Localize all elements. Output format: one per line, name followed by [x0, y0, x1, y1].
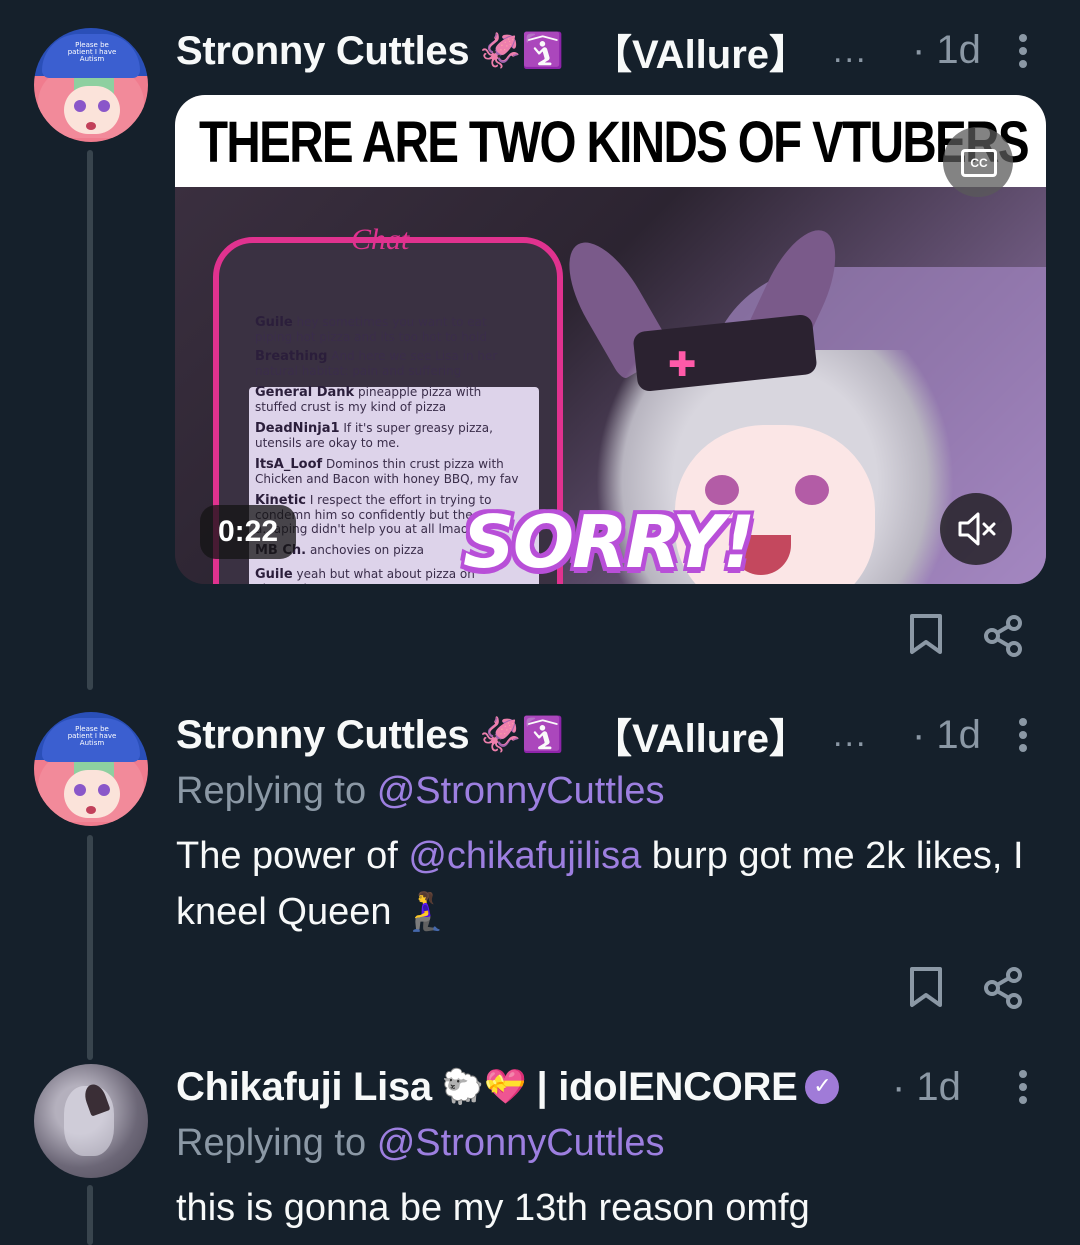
- chat-title: Chat: [351, 223, 410, 256]
- name-ellipsis: ...: [833, 31, 868, 70]
- reply-context: Replying to @StronnyCuttles: [176, 770, 665, 812]
- tweet-header: Chikafuji Lisa 🐑💝 | idolENCORE ✓: [176, 1062, 840, 1112]
- tweet-text: The power of @chikafujilisa burp got me …: [176, 835, 1024, 933]
- chat-line: DeadNinja1 If it's super greasy pizza, u…: [255, 421, 493, 450]
- display-name[interactable]: Chikafuji Lisa: [176, 1065, 432, 1110]
- nurse-cross-icon: ✚: [668, 345, 697, 385]
- chat-line: Breathing And here we see Lisa in her na…: [255, 349, 498, 378]
- timestamp[interactable]: · 1d: [892, 1065, 961, 1110]
- avatar[interactable]: Please be patient I have Autism: [34, 712, 148, 826]
- name-emoji: 🐑💝: [441, 1067, 527, 1107]
- thread-connector: [87, 150, 93, 690]
- reply-context: Replying to @StronnyCuttles: [176, 1122, 665, 1164]
- name-tag: 【VAllure】: [591, 717, 810, 761]
- timestamp[interactable]: · 1d: [912, 28, 981, 73]
- banner-text: THERE ARE TWO KINDS OF VTUBERS: [199, 110, 1030, 175]
- thread-connector: [87, 1185, 93, 1245]
- tweet-text: this is gonna be my 13th reason omfg: [176, 1187, 810, 1229]
- avatar-cap-text: Please be patient I have Autism: [67, 725, 117, 747]
- video-player[interactable]: Chat Guile hey sometimes you want to eat…: [175, 95, 1046, 584]
- more-vertical-icon[interactable]: [1016, 718, 1030, 757]
- verified-badge-icon: ✓: [805, 1070, 840, 1104]
- more-vertical-icon[interactable]: [1016, 34, 1030, 73]
- name-tag: 【VAllure】: [591, 33, 810, 77]
- tweet-header: Stronny Cuttles 🦑🛐 【VAllure】 ...: [176, 26, 868, 78]
- display-name[interactable]: Stronny Cuttles: [176, 713, 470, 758]
- tweet-header: Stronny Cuttles 🦑🛐 【VAllure】 ...: [176, 710, 868, 762]
- avatar[interactable]: [34, 1064, 148, 1178]
- name-tag: | idolENCORE: [536, 1064, 798, 1109]
- name-ellipsis: ...: [833, 715, 868, 754]
- bookmark-icon[interactable]: [906, 612, 946, 656]
- reply-handle-link[interactable]: @StronnyCuttles: [377, 770, 665, 812]
- captions-button[interactable]: CC: [943, 127, 1013, 197]
- name-emoji: 🦑🛐: [479, 31, 564, 71]
- share-icon[interactable]: [982, 614, 1026, 658]
- mute-icon: [958, 512, 996, 546]
- mention-link[interactable]: @chikafujilisa: [408, 835, 641, 877]
- timestamp[interactable]: · 1d: [912, 713, 981, 758]
- reply-handle-link[interactable]: @StronnyCuttles: [377, 1122, 665, 1164]
- video-duration: 0:22: [200, 505, 296, 559]
- name-emoji: 🦑🛐: [479, 715, 564, 755]
- more-vertical-icon[interactable]: [1016, 1070, 1030, 1109]
- thread-connector: [87, 835, 93, 1060]
- chat-line: ItsA_Loof Dominos thin crust pizza with …: [255, 457, 519, 486]
- video-banner: THERE ARE TWO KINDS OF VTUBERS: [175, 95, 1046, 187]
- chat-line: General Dank pineapple pizza with stuffe…: [255, 385, 482, 414]
- avatar-cap-text: Please be patient I have Autism: [67, 41, 117, 63]
- video-caption: SORRY!: [463, 500, 755, 584]
- display-name[interactable]: Stronny Cuttles: [176, 29, 470, 74]
- chat-line: Guile hey sometimes you want to eat pipi…: [255, 315, 488, 344]
- cc-icon: CC: [961, 149, 997, 177]
- avatar[interactable]: Please be patient I have Autism: [34, 28, 148, 142]
- bookmark-icon[interactable]: [906, 965, 946, 1009]
- mute-button[interactable]: [940, 493, 1012, 565]
- share-icon[interactable]: [982, 966, 1026, 1010]
